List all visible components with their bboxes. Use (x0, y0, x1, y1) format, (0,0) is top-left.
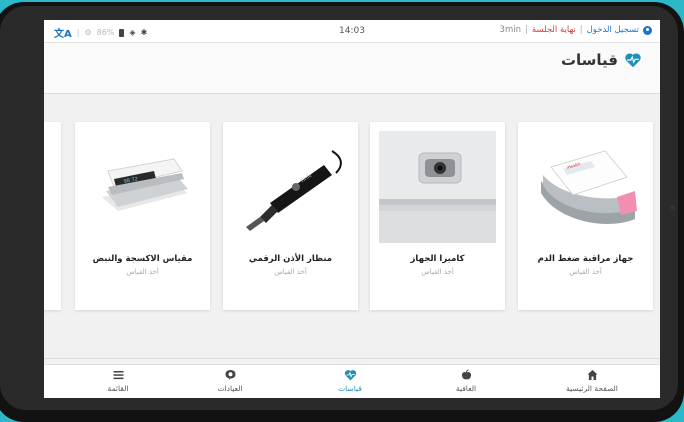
chat-icon (225, 370, 235, 380)
menu-icon (113, 371, 123, 380)
session-controls: تسجيل الدخول | نهاية الجلسة | 3min (500, 25, 652, 35)
take-measurement-link[interactable]: أخذ القياس (227, 268, 354, 276)
card-title: مقياس الاكسجة والنبض (92, 254, 193, 264)
device-card-partial[interactable] (44, 122, 61, 310)
app-screen: 文A | ⚙ 86% ◈ ✱ 14:03 تسجيل الدخول | نهاي… (44, 20, 660, 398)
otoscope-image: Tinfe (232, 131, 349, 243)
bottom-navigation: القائمة العيادات قياسات العافية الصفحة ا… (44, 364, 660, 398)
device-card-blood-pressure[interactable]: iHealth جهاز مراقبة ضغط الدم أخذ القياس (518, 122, 653, 310)
nav-label: القائمة (107, 384, 129, 393)
heart-pulse-icon (344, 370, 356, 381)
home-icon (587, 370, 597, 380)
take-measurement-link[interactable]: أخذ القياس (79, 268, 206, 276)
nav-item-clinics[interactable]: العيادات (190, 369, 270, 393)
nav-label: الصفحة الرئيسية (566, 384, 618, 393)
front-camera (670, 205, 675, 210)
take-measurement-link[interactable]: أخذ القياس (374, 268, 501, 276)
user-icon (643, 25, 652, 35)
nav-item-menu[interactable]: القائمة (78, 369, 158, 393)
card-title: منظار الأذن الرقمي (248, 254, 333, 264)
device-cards: 98 72 مقياس الاكسجة والنبض أخذ القياس Ti… (44, 122, 660, 312)
apple-icon (461, 369, 471, 380)
nav-label: العافية (455, 384, 477, 393)
heart-pulse-icon (625, 53, 641, 68)
page-header: قياسات (44, 43, 660, 94)
title-group: قياسات (561, 51, 642, 69)
separator: | (579, 25, 583, 35)
card-title: كاميرا الجهاز (410, 254, 465, 264)
nav-label: العيادات (217, 384, 243, 393)
device-card-camera[interactable]: كاميرا الجهاز أخذ القياس (370, 122, 505, 310)
device-card-otoscope[interactable]: Tinfe منظار الأذن الرقمي أخذ القياس (223, 122, 358, 310)
card-title: جهاز مراقبة ضغط الدم (537, 254, 634, 264)
login-link[interactable]: تسجيل الدخول (587, 25, 639, 35)
device-card-oximeter[interactable]: 98 72 مقياس الاكسجة والنبض أخذ القياس (75, 122, 210, 310)
nav-item-wellness[interactable]: العافية (426, 369, 506, 393)
take-measurement-link[interactable]: أخذ القياس (522, 268, 649, 276)
oximeter-image: 98 72 (84, 131, 201, 243)
session-timer: 3min (499, 25, 521, 35)
status-bar: 文A | ⚙ 86% ◈ ✱ 14:03 تسجيل الدخول | نهاي… (44, 20, 660, 43)
page-title: قياسات (560, 51, 618, 69)
nav-label: قياسات (338, 384, 362, 393)
nav-item-home[interactable]: الصفحة الرئيسية (552, 369, 632, 393)
separator: | (524, 25, 528, 35)
device-camera-image (379, 131, 496, 243)
divider (44, 358, 660, 359)
logout-link[interactable]: نهاية الجلسة (532, 25, 576, 35)
nav-item-measurements[interactable]: قياسات (310, 369, 390, 393)
blood-pressure-monitor-image: iHealth (527, 131, 644, 243)
